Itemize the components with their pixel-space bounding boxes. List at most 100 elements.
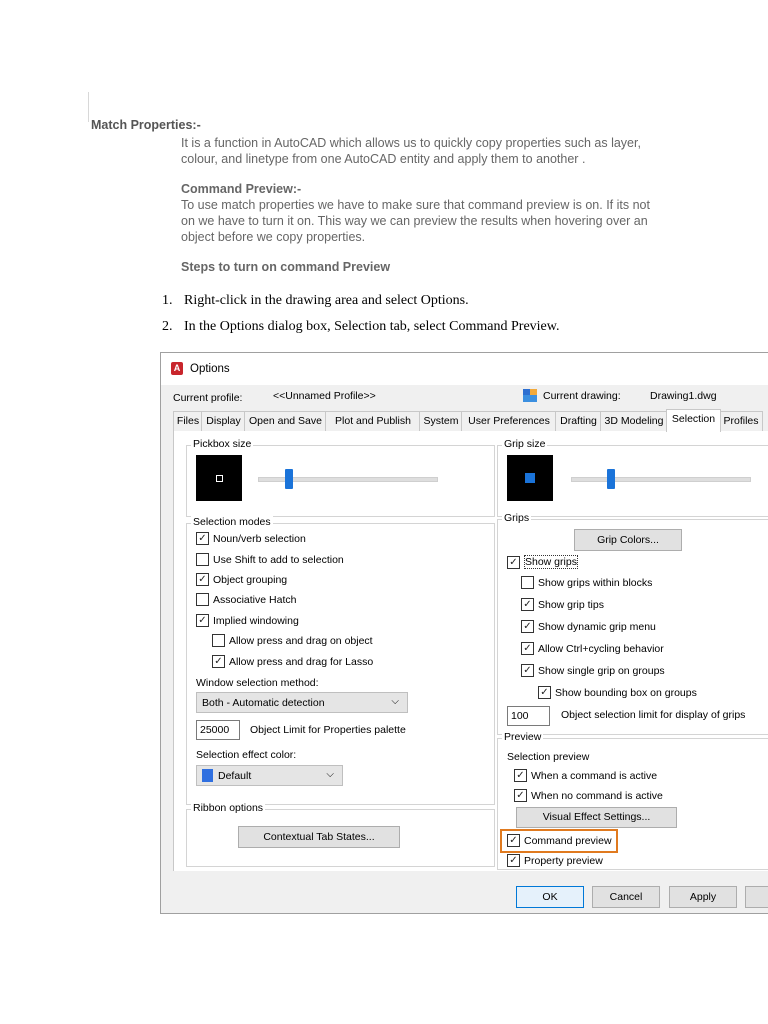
dialog-title: Options: [190, 363, 230, 375]
tab-profiles[interactable]: Profiles: [719, 411, 763, 431]
checkbox-check-icon: ✓: [521, 598, 534, 611]
grip-limit-input[interactable]: 100: [507, 706, 550, 726]
tab-files[interactable]: Files: [173, 411, 203, 431]
tab-plot-and-publish[interactable]: Plot and Publish: [325, 411, 421, 431]
checkbox-label: Allow Ctrl+cycling behavior: [538, 642, 664, 655]
tab-selection[interactable]: Selection: [666, 409, 721, 432]
noun-verb-checkbox[interactable]: ✓ Noun/verb selection: [196, 532, 306, 545]
step-1: 1. Right-click in the drawing area and se…: [162, 293, 469, 309]
checkbox-check-icon: ✓: [521, 620, 534, 633]
preview-line-3: object before we copy properties.: [181, 230, 366, 244]
checkbox-check-icon: ✓: [521, 664, 534, 677]
checkbox-label: Associative Hatch: [213, 593, 297, 606]
grip-colors-button[interactable]: Grip Colors...: [574, 529, 682, 551]
checkbox-check-icon: ✓: [521, 642, 534, 655]
preview-label: Preview: [502, 731, 544, 743]
dynamic-grip-menu-checkbox[interactable]: ✓ Show dynamic grip menu: [521, 620, 656, 633]
checkbox-label: Show bounding box on groups: [555, 686, 697, 699]
tab-drafting[interactable]: Drafting: [555, 411, 602, 431]
step-number: 1.: [162, 293, 173, 308]
ctrl-cycling-checkbox[interactable]: ✓ Allow Ctrl+cycling behavior: [521, 642, 664, 655]
preview-no-command-checkbox[interactable]: ✓ When no command is active: [514, 789, 663, 802]
effect-color-select[interactable]: Default ⌵: [196, 765, 343, 786]
checkbox-check-icon: ✓: [196, 614, 209, 627]
current-profile-value: <<Unnamed Profile>>: [273, 390, 376, 402]
checkbox-empty-icon: [212, 634, 225, 647]
step-2: 2. In the Options dialog box, Selection t…: [162, 319, 559, 335]
implied-windowing-checkbox[interactable]: ✓ Implied windowing: [196, 614, 299, 627]
grip-tips-checkbox[interactable]: ✓ Show grip tips: [521, 598, 604, 611]
show-grips-checkbox[interactable]: ✓ Show grips: [507, 555, 578, 569]
step-number: 2.: [162, 319, 173, 334]
tab-user-preferences[interactable]: User Preferences: [461, 411, 557, 431]
pickbox-preview: [196, 455, 242, 501]
checkbox-check-icon: ✓: [514, 769, 527, 782]
window-method-select[interactable]: Both - Automatic detection ⌵: [196, 692, 408, 713]
use-shift-checkbox[interactable]: Use Shift to add to selection: [196, 553, 344, 566]
intro-line-2: colour, and linetype from one AutoCAD en…: [181, 152, 586, 166]
grips-within-blocks-checkbox[interactable]: Show grips within blocks: [521, 576, 652, 589]
checkbox-label: Show grips: [524, 555, 578, 569]
checkbox-label: Show grip tips: [538, 598, 604, 611]
selection-tab-panel: Pickbox size Selection modes ✓ Noun/verb …: [173, 431, 768, 871]
object-grouping-checkbox[interactable]: ✓ Object grouping: [196, 573, 287, 586]
doc-heading: Match Properties:-: [91, 118, 201, 132]
checkbox-label: Noun/verb selection: [213, 532, 306, 545]
grips-label: Grips: [502, 512, 532, 524]
apply-button[interactable]: Apply: [669, 886, 737, 908]
checkbox-check-icon: ✓: [507, 854, 520, 867]
step-text: In the Options dialog box, Selection tab…: [184, 319, 560, 334]
associative-hatch-checkbox[interactable]: Associative Hatch: [196, 593, 296, 606]
ok-button[interactable]: OK: [516, 886, 584, 908]
contextual-tab-states-button[interactable]: Contextual Tab States...: [238, 826, 400, 848]
select-value: Both - Automatic detection: [202, 696, 325, 709]
preview-line-2: on we have to turn it on. This way we ca…: [181, 214, 648, 228]
intro-line-1: It is a function in AutoCAD which allows…: [181, 136, 641, 150]
grip-slider-thumb[interactable]: [607, 469, 615, 489]
grip-preview: [507, 455, 553, 501]
tab-strip: Files Display Open and Save Plot and Pub…: [173, 409, 768, 432]
help-button[interactable]: [745, 886, 768, 908]
tab-3d-modeling[interactable]: 3D Modeling: [600, 411, 668, 431]
visual-effect-settings-button[interactable]: Visual Effect Settings...: [516, 807, 677, 828]
checkbox-empty-icon: [196, 593, 209, 606]
checkbox-check-icon: ✓: [538, 686, 551, 699]
pickbox-square: [216, 475, 223, 482]
grip-size-label: Grip size: [502, 438, 548, 450]
bounding-box-groups-checkbox[interactable]: ✓ Show bounding box on groups: [538, 686, 697, 699]
chevron-down-icon: ⌵: [326, 769, 334, 780]
grip-slider-track[interactable]: [571, 477, 751, 482]
property-preview-checkbox[interactable]: ✓ Property preview: [507, 854, 603, 867]
current-drawing-value: Drawing1.dwg: [650, 390, 717, 402]
pickbox-slider-thumb[interactable]: [285, 469, 293, 489]
margin-line: [88, 92, 89, 122]
tab-display[interactable]: Display: [201, 411, 246, 431]
checkbox-empty-icon: [521, 576, 534, 589]
press-drag-lasso-checkbox[interactable]: ✓ Allow press and drag for Lasso: [212, 655, 373, 668]
drawing-icon: [523, 389, 537, 402]
preview-line-1: To use match properties we have to make …: [181, 198, 650, 212]
checkbox-label: Object grouping: [213, 573, 288, 586]
current-profile-label: Current profile:: [173, 392, 243, 404]
checkbox-empty-icon: [196, 553, 209, 566]
pickbox-label: Pickbox size: [191, 438, 254, 450]
grip-limit-label: Object selection limit for display of gr…: [561, 709, 746, 721]
ribbon-options-label: Ribbon options: [191, 802, 266, 814]
single-grip-groups-checkbox[interactable]: ✓ Show single grip on groups: [521, 664, 665, 677]
checkbox-label: Show dynamic grip menu: [538, 620, 656, 633]
press-drag-object-checkbox[interactable]: Allow press and drag on object: [212, 634, 373, 647]
checkbox-label: When no command is active: [531, 789, 663, 802]
cancel-button[interactable]: Cancel: [592, 886, 660, 908]
object-limit-input[interactable]: 25000: [196, 720, 240, 740]
dialog-title-bar: A Options: [161, 353, 768, 385]
current-drawing-label: Current drawing:: [543, 390, 621, 402]
tab-system[interactable]: System: [419, 411, 463, 431]
checkbox-label: Property preview: [524, 854, 603, 867]
tab-open-and-save[interactable]: Open and Save: [244, 411, 327, 431]
preview-command-active-checkbox[interactable]: ✓ When a command is active: [514, 769, 657, 782]
checkbox-check-icon: ✓: [196, 573, 209, 586]
options-dialog: A Options Current profile: <<Unnamed Pro…: [160, 352, 768, 914]
command-preview-checkbox[interactable]: ✓ Command preview: [507, 834, 612, 847]
checkbox-label: Command preview: [524, 834, 612, 847]
window-method-label: Window selection method:: [196, 677, 319, 689]
